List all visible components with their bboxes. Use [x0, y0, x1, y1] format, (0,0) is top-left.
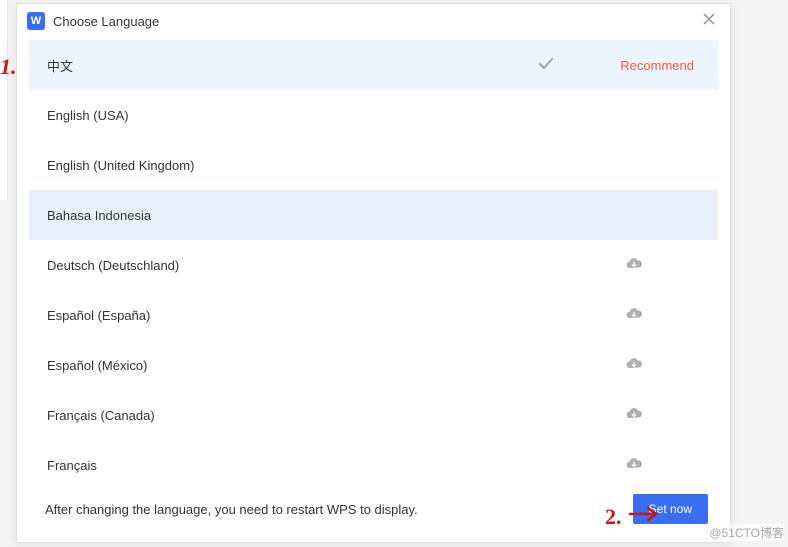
language-name: Deutsch (Deutschland)	[47, 258, 514, 273]
language-name: Español (España)	[47, 308, 514, 323]
language-item[interactable]: English (USA)	[29, 90, 718, 140]
cloud-download-icon[interactable]	[624, 307, 644, 324]
language-item[interactable]: Español (España)	[29, 290, 718, 340]
language-item[interactable]: 中文 Recommend	[29, 40, 718, 90]
language-item[interactable]: Français (Canada)	[29, 390, 718, 440]
left-edge-fragment	[0, 0, 8, 200]
language-item[interactable]: English (United Kingdom)	[29, 140, 718, 190]
language-name: Español (México)	[47, 358, 514, 373]
download-slot	[554, 407, 694, 424]
recommend-label: Recommend	[554, 58, 694, 73]
language-item[interactable]: Deutsch (Deutschland)	[29, 240, 718, 290]
dialog-footer: After changing the language, you need to…	[17, 476, 730, 542]
download-slot	[554, 257, 694, 274]
check-icon	[538, 56, 554, 75]
download-slot	[554, 357, 694, 374]
close-icon	[703, 12, 715, 30]
cloud-download-icon[interactable]	[624, 457, 644, 474]
language-name: English (USA)	[47, 108, 514, 123]
language-name: Français	[47, 458, 514, 473]
watermark: @51CTO博客	[709, 524, 784, 541]
cloud-download-icon[interactable]	[624, 357, 644, 374]
language-name: Bahasa Indonesia	[47, 208, 514, 223]
language-list-container: 中文 Recommend English (USA) English (United …	[29, 40, 720, 476]
language-name: English (United Kingdom)	[47, 158, 514, 173]
language-name: Français (Canada)	[47, 408, 514, 423]
language-item[interactable]: Bahasa Indonesia	[29, 190, 718, 240]
titlebar: W Choose Language	[17, 4, 730, 40]
set-now-button[interactable]: Set now	[633, 494, 708, 524]
close-button[interactable]	[698, 10, 720, 32]
dialog-title: Choose Language	[53, 14, 690, 29]
cloud-download-icon[interactable]	[624, 407, 644, 424]
language-list[interactable]: 中文 Recommend English (USA) English (United …	[29, 40, 720, 476]
language-name: 中文	[47, 56, 514, 75]
language-item[interactable]: Français	[29, 440, 718, 476]
cloud-download-icon[interactable]	[624, 257, 644, 274]
choose-language-dialog: W Choose Language 中文 Recommend English (US…	[16, 3, 731, 543]
wps-app-icon: W	[27, 12, 45, 30]
footer-text: After changing the language, you need to…	[45, 502, 621, 517]
download-slot	[554, 457, 694, 474]
language-item[interactable]: Español (México)	[29, 340, 718, 390]
download-slot	[554, 307, 694, 324]
check-slot	[514, 56, 554, 75]
